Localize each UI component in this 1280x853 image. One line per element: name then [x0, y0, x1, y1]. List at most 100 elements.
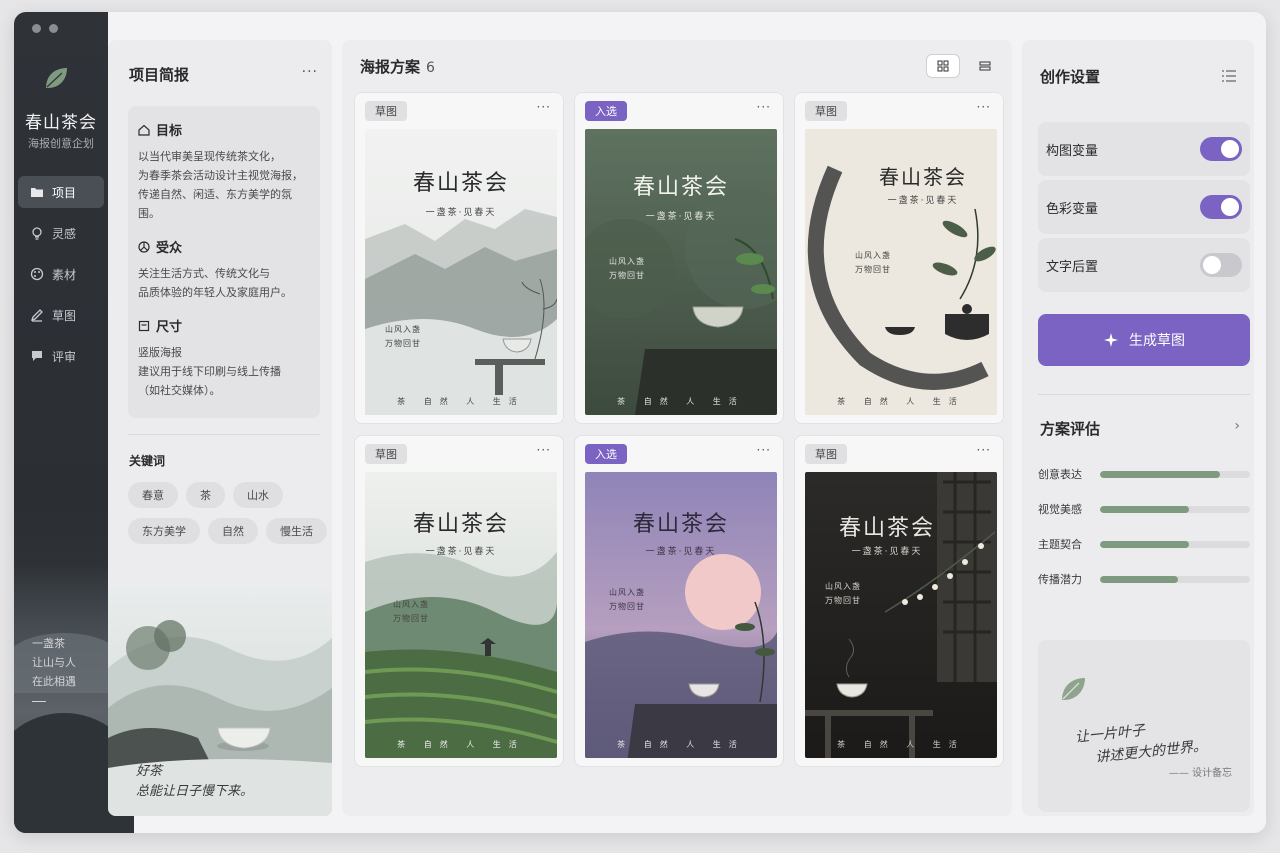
brief-size-text: 竖版海报 建议用于线下印刷与线上传播 （如社交媒体）。 — [138, 346, 281, 397]
poster-title: 春山茶会 — [838, 516, 935, 541]
nav-item-label: 评审 — [52, 349, 77, 364]
nav-item-sketch[interactable]: 草图 — [18, 299, 104, 331]
text-later-switch[interactable] — [1200, 253, 1242, 277]
nav-item-inspiration[interactable]: 灵感 — [18, 217, 104, 249]
list-icon[interactable] — [1222, 70, 1236, 82]
app-subtitle: 海报创意企划 — [28, 137, 94, 150]
window-minimize-dot[interactable] — [49, 24, 58, 33]
lightbulb-icon — [32, 227, 42, 240]
more-icon[interactable]: ··· — [537, 100, 551, 114]
poster-footer: 茶 自然 人 生活 — [617, 740, 745, 749]
window-controls — [32, 24, 58, 33]
poster-verse: 山风入盏 万物回甘 — [825, 582, 861, 605]
grid-view-button[interactable] — [926, 54, 960, 78]
poster-card[interactable]: 草图 ··· 春山茶会 一盏茶·见春天 山风入盏 万物回甘 茶 自然 人 生活 — [354, 435, 564, 767]
keyword-chip[interactable]: 慢生活 — [266, 518, 327, 544]
poster-preview: 春山茶会 一盏茶·见春天 山风入盏 万物回甘 茶 自然 人 生活 — [365, 472, 557, 758]
poster-verse: 山风入盏 万物回甘 — [393, 600, 429, 623]
brief-goal-text: 以当代审美呈现传统茶文化， 为春季茶会活动设计主视觉海报， 传递自然、闲适、东方… — [138, 150, 303, 220]
poster-verse: 山风入盏 万物回甘 — [609, 257, 645, 280]
keyword-chip[interactable]: 东方美学 — [128, 518, 200, 544]
keyword-chip[interactable]: 山水 — [233, 482, 283, 508]
keywords-title: 关键词 — [129, 454, 166, 468]
brief-title: 项目简报 — [129, 66, 190, 84]
leaf-icon — [1062, 678, 1085, 700]
nav-rail: 春山茶会 海报创意企划 项目 灵感 素材 草图 评审 一盏茶 让山与人 在此相遇 — [14, 12, 134, 833]
poster-subtitle: 一盏茶·见春天 — [645, 212, 717, 222]
more-icon[interactable]: ··· — [757, 100, 771, 114]
poster-subtitle: 一盏茶·见春天 — [645, 547, 717, 557]
memo-text: 让一片叶子 讲述更大的世界。 — [1074, 722, 1208, 766]
brief-poem: 好茶 总能让日子慢下来。 — [136, 764, 254, 799]
poster-card[interactable]: 草图 ··· 春山茶会 一盏茶·见春天 山风入盏 万物回甘 茶 自然 人 生活 — [794, 435, 1004, 767]
toggle-composition: 构图变量 — [1038, 122, 1250, 176]
design-memo-card: 让一片叶子 讲述更大的世界。 —— 设计备忘 — [1038, 640, 1250, 812]
color-switch[interactable] — [1200, 195, 1242, 219]
window-close-dot[interactable] — [32, 24, 41, 33]
poster-title: 春山茶会 — [879, 165, 967, 189]
creation-settings-panel: 创作设置 构图变量 色彩变量 文字后置 生成草图 方案评估 › 创意表达 视觉美… — [1022, 40, 1254, 816]
keyword-chip[interactable]: 春意 — [128, 482, 178, 508]
metric-row: 主题契合 — [1038, 536, 1250, 552]
status-badge: 草图 — [365, 101, 407, 121]
poster-subtitle: 一盏茶·见春天 — [425, 208, 497, 218]
metric-row: 创意表达 — [1038, 466, 1250, 482]
app-window: 春山茶会 海报创意企划 项目 灵感 素材 草图 评审 一盏茶 让山与人 在此相遇… — [14, 12, 1266, 833]
evaluation-title: 方案评估 — [1040, 420, 1101, 438]
metric-bar — [1100, 470, 1250, 478]
brief-section-size: 尺寸 — [138, 316, 310, 335]
nav-menu: 项目 灵感 素材 草图 评审 — [18, 176, 104, 381]
toggle-text-later: 文字后置 — [1038, 238, 1250, 292]
nav-item-review[interactable]: 评审 — [18, 340, 104, 372]
poster-verse: 山风入盏 万物回甘 — [855, 251, 891, 274]
poster-subtitle: 一盏茶·见春天 — [425, 547, 497, 557]
poster-title: 春山茶会 — [632, 512, 729, 537]
poster-count: 6 — [426, 60, 435, 76]
poster-card[interactable]: 入选 ··· 春山茶会 一盏茶·见春天 山风入盏 万物回甘 茶 自然 人 生活 — [574, 92, 784, 424]
brief-card: 目标 以当代审美呈现传统茶文化， 为春季茶会活动设计主视觉海报， 传递自然、闲适… — [128, 106, 320, 418]
metric-label: 主题契合 — [1038, 538, 1082, 551]
poster-card[interactable]: 草图 ··· 春山茶会 一盏茶·见春天 山风入盏 万物回甘 茶 自然 人 生活 — [794, 92, 1004, 424]
keyword-chip[interactable]: 茶 — [186, 482, 225, 508]
nav-item-label: 项目 — [52, 185, 77, 200]
more-icon[interactable]: ··· — [977, 443, 991, 457]
keyword-chip[interactable]: 自然 — [208, 518, 258, 544]
home-icon — [138, 124, 150, 136]
leaf-icon — [46, 68, 67, 88]
status-badge: 草图 — [805, 101, 847, 121]
list-view-icon — [979, 61, 991, 71]
nav-item-assets[interactable]: 素材 — [18, 258, 104, 290]
toggle-label: 文字后置 — [1046, 259, 1099, 275]
status-badge: 入选 — [585, 101, 627, 121]
poster-card[interactable]: 草图 ··· 春山茶会 一盏茶·见春天 山风入盏 万物回甘 茶 自然 人 生活 — [354, 92, 564, 424]
brief-section-goal: 目标 — [138, 120, 310, 139]
poster-preview: 春山茶会 一盏茶·见春天 山风入盏 万物回甘 茶 自然 人 生活 — [585, 472, 777, 758]
more-icon[interactable]: ··· — [757, 443, 771, 457]
divider — [128, 434, 320, 435]
users-icon — [138, 240, 150, 253]
folder-icon — [31, 188, 43, 197]
composition-switch[interactable] — [1200, 137, 1242, 161]
metric-label: 视觉美感 — [1038, 503, 1082, 516]
nav-item-project[interactable]: 项目 — [18, 176, 104, 208]
poster-subtitle: 一盏茶·见春天 — [887, 196, 959, 206]
more-icon[interactable]: ··· — [302, 64, 318, 80]
poster-preview: 春山茶会 一盏茶·见春天 山风入盏 万物回甘 茶 自然 人 生活 — [805, 129, 997, 415]
more-icon[interactable]: ··· — [537, 443, 551, 457]
toggle-label: 色彩变量 — [1046, 201, 1099, 217]
poster-verse: 山风入盏 万物回甘 — [609, 588, 645, 611]
rail-poem: 一盏茶 让山与人 在此相遇 — [32, 634, 76, 702]
poster-title: 春山茶会 — [412, 171, 509, 196]
metric-bar — [1100, 540, 1250, 548]
status-badge: 入选 — [585, 444, 627, 464]
divider — [1038, 394, 1250, 395]
app-title: 春山茶会 — [25, 113, 97, 133]
list-view-button[interactable] — [968, 54, 1002, 78]
toggle-label: 构图变量 — [1046, 143, 1099, 159]
generate-sketch-button[interactable]: 生成草图 — [1038, 314, 1250, 366]
poster-card[interactable]: 入选 ··· 春山茶会 一盏茶·见春天 山风入盏 万物回甘 茶 自然 人 生活 — [574, 435, 784, 767]
poster-preview: 春山茶会 一盏茶·见春天 山风入盏 万物回甘 茶 自然 人 生活 — [585, 129, 777, 415]
memo-signature: —— 设计备忘 — [1168, 768, 1232, 779]
chevron-right-icon[interactable]: › — [1234, 418, 1240, 434]
more-icon[interactable]: ··· — [977, 100, 991, 114]
